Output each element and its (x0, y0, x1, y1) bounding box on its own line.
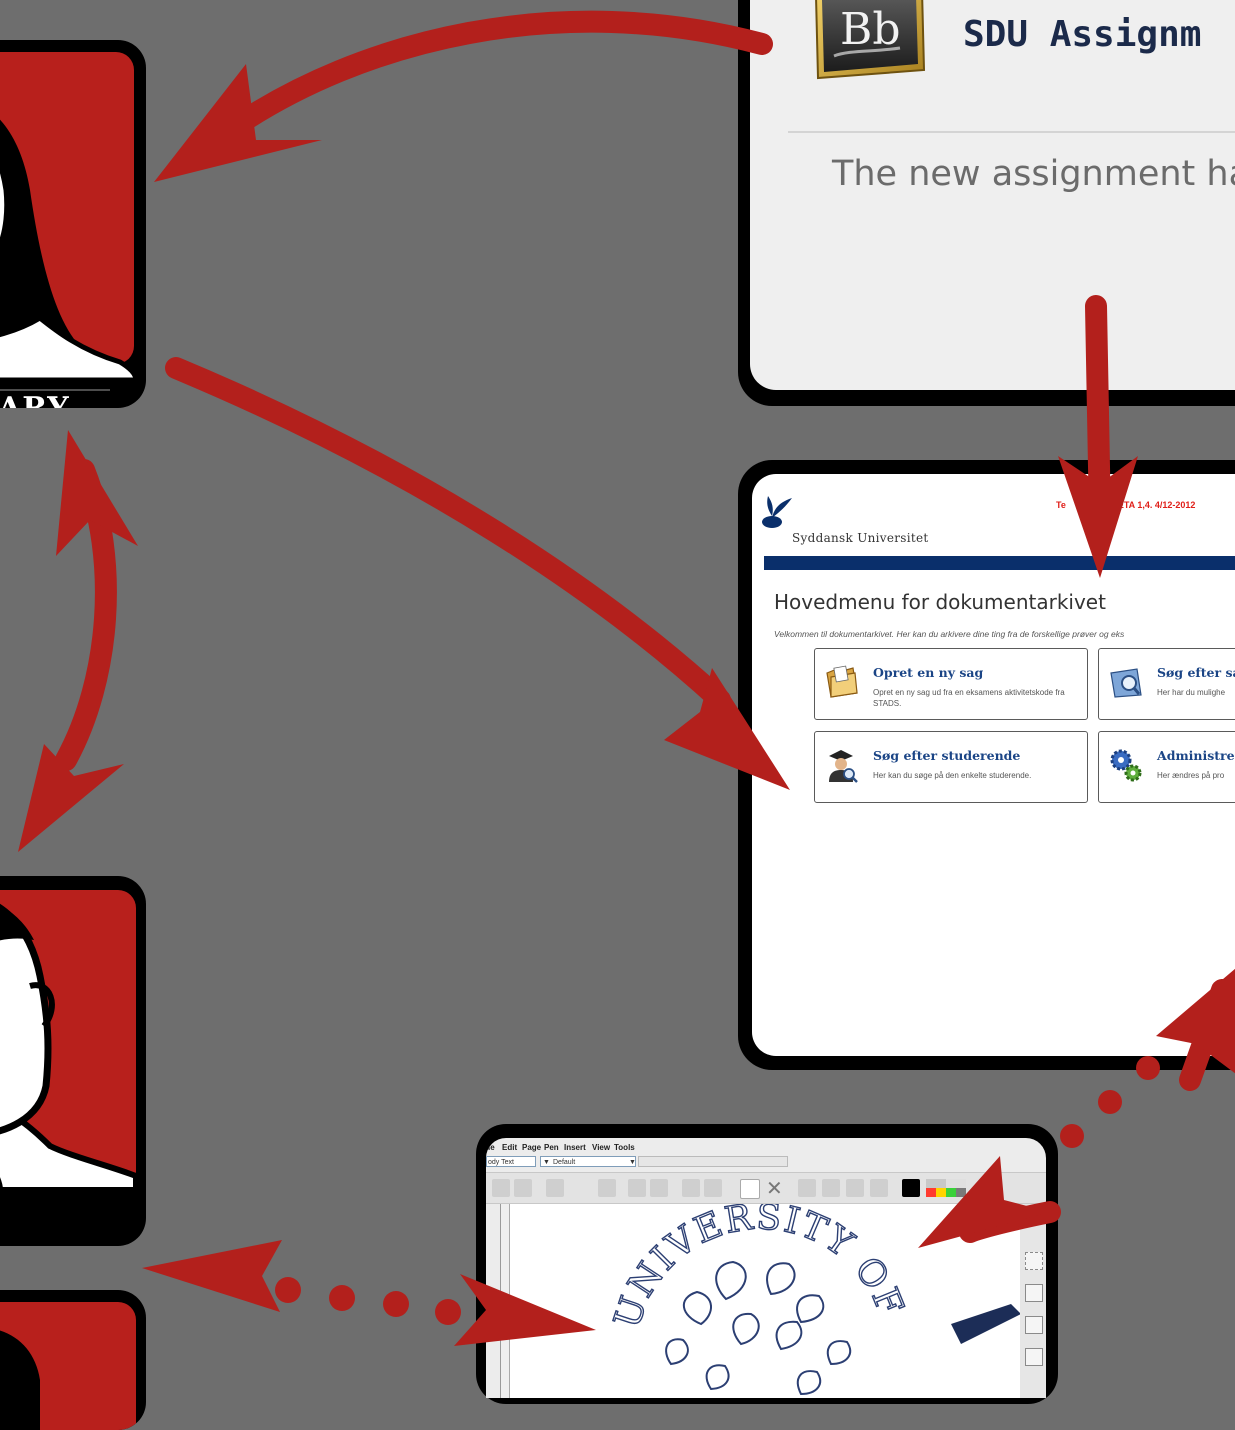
paragraph-style-select[interactable]: ody Text (486, 1156, 536, 1167)
arrow-blackboard-to-library (219, 10, 773, 141)
create-case-description: Opret en ny sag ud fra en eksamens aktiv… (873, 688, 1065, 708)
student-role-card (0, 876, 146, 1246)
university-name: Syddansk Universitet (792, 531, 929, 545)
search-student-tile[interactable]: Søg efter studerende Her kan du søge på … (814, 731, 1088, 803)
font-select[interactable]: ▼ Default (540, 1156, 636, 1167)
third-role-card (0, 1290, 146, 1430)
whiteboard-app: le Edit Page Pen Insert View Tools ody T… (486, 1138, 1046, 1398)
dot (1060, 1124, 1084, 1148)
arrow-up-icon[interactable] (628, 1179, 646, 1197)
blackboard-assignment-window: Bb SDU Assignm The new assignment ha (738, 0, 1235, 406)
undo-icon[interactable] (682, 1179, 700, 1197)
whiteboard-menubar: le Edit Page Pen Insert View Tools (486, 1140, 1046, 1154)
blackboard-logo-text: Bb (840, 4, 901, 55)
intro-text: Velkommen til dokumentarkivet. Her kan d… (774, 629, 1125, 639)
header-bar (764, 556, 1235, 570)
administer-tile[interactable]: Administrer Her ændres på pro (1098, 731, 1235, 803)
arrow-library-student (55, 459, 117, 771)
student-person-icon (0, 903, 139, 1193)
university-seal-drawing: UNIVERSITY OF (606, 1204, 1021, 1396)
document-archive-window: Syddansk Universitet Te ETA 1,4. 4/12-201… (738, 460, 1235, 1070)
fill-tool-icon[interactable] (870, 1179, 888, 1197)
pen-icon[interactable] (546, 1179, 564, 1197)
menu-tools[interactable]: Tools (614, 1143, 635, 1152)
administer-description: Her ændres på pro (1157, 771, 1225, 780)
blackboard-content: Bb SDU Assignm The new assignment ha (750, 0, 1235, 390)
create-case-title: Opret en ny sag (873, 665, 984, 680)
menu-insert[interactable]: Insert (564, 1143, 586, 1152)
dot (1098, 1090, 1122, 1114)
paragraph-style-value: ody Text (488, 1159, 514, 1166)
layers-icon[interactable] (822, 1179, 840, 1197)
version-prefix: Te (1056, 500, 1066, 510)
gears-icon (1110, 749, 1142, 782)
menu-view[interactable]: View (592, 1143, 610, 1152)
arrowhead-library-top (154, 64, 322, 182)
search-case-description: Her har du mulighe (1157, 688, 1226, 697)
drawing-canvas[interactable]: UNIVERSITY OF (500, 1204, 1021, 1398)
library-role-label: ARY (0, 391, 70, 408)
select-tool-icon[interactable] (1025, 1252, 1043, 1270)
shape-tool-icon[interactable] (1025, 1348, 1043, 1366)
menu-pen[interactable]: Pen (544, 1143, 559, 1152)
folder-search-icon (1110, 668, 1142, 698)
dot (275, 1277, 301, 1303)
library-role-card: ARY (0, 40, 146, 408)
color-palette[interactable] (926, 1179, 966, 1197)
circle-tool-icon[interactable] (846, 1179, 864, 1197)
whiteboard-toolbar: ✕ (486, 1172, 1046, 1204)
delete-icon[interactable] (598, 1179, 616, 1197)
document-archive-page: Syddansk Universitet Te ETA 1,4. 4/12-201… (752, 474, 1235, 1056)
format-buttons[interactable]: ▼ (629, 1156, 788, 1167)
dot (383, 1291, 409, 1317)
save-icon[interactable] (492, 1179, 510, 1197)
arrowhead-student-down (18, 744, 124, 852)
sdu-logo-icon (762, 496, 792, 528)
dot (329, 1285, 355, 1311)
copy-icon[interactable] (514, 1179, 532, 1197)
arrowhead-student-bottom-left (142, 1240, 282, 1312)
menu-file[interactable]: le (488, 1143, 495, 1152)
grid-icon[interactable] (798, 1179, 816, 1197)
menu-edit[interactable]: Edit (502, 1143, 517, 1152)
chevron-down-icon: ▼ (543, 1159, 550, 1166)
assignment-title: SDU Assignm (963, 14, 1202, 55)
create-case-tile[interactable]: Opret en ny sag Opret en ny sag ud fra e… (814, 648, 1088, 720)
seal-text: UNIVERSITY OF (607, 1204, 912, 1333)
title-divider (788, 131, 1235, 133)
folder-icon (826, 665, 858, 698)
black-color-swatch[interactable] (902, 1179, 920, 1197)
whiteboard-window: le Edit Page Pen Insert View Tools ody T… (476, 1124, 1058, 1404)
assignment-status-message: The new assignment ha (832, 154, 1235, 194)
administer-title: Administrer (1157, 748, 1235, 763)
page-title: Hovedmenu for dokumentarkivet (774, 590, 1106, 614)
search-student-title: Søg efter studerende (873, 748, 1021, 763)
font-select-value: Default (553, 1159, 576, 1166)
eraser-icon[interactable] (1025, 1284, 1043, 1302)
search-case-title: Søg efter sag (1157, 665, 1235, 680)
library-person-icon (0, 119, 139, 391)
close-icon[interactable]: ✕ (766, 1178, 784, 1198)
arrowhead-library-up (56, 430, 138, 556)
third-person-icon (0, 1330, 40, 1430)
pencil-icon[interactable] (1025, 1316, 1043, 1334)
tool-sidebar (1020, 1204, 1046, 1398)
search-case-tile[interactable]: Søg efter sag Her har du mulighe (1098, 648, 1235, 720)
version-text: ETA 1,4. 4/12-2012 (1117, 500, 1196, 510)
student-search-icon (829, 750, 858, 783)
search-student-description: Her kan du søge på den enkelte studerend… (873, 771, 1032, 780)
dot (435, 1299, 461, 1325)
arrow-library-to-archive (165, 357, 731, 711)
chevron-down-icon: ▼ (629, 1159, 636, 1166)
menu-page[interactable]: Page (522, 1143, 541, 1152)
brush-icon[interactable] (568, 1179, 586, 1197)
arrow-down-icon[interactable] (650, 1179, 668, 1197)
new-page-icon[interactable] (740, 1179, 760, 1199)
redo-icon[interactable] (704, 1179, 722, 1197)
version-label: Te ETA 1,4. 4/12-2012 (1056, 500, 1195, 510)
